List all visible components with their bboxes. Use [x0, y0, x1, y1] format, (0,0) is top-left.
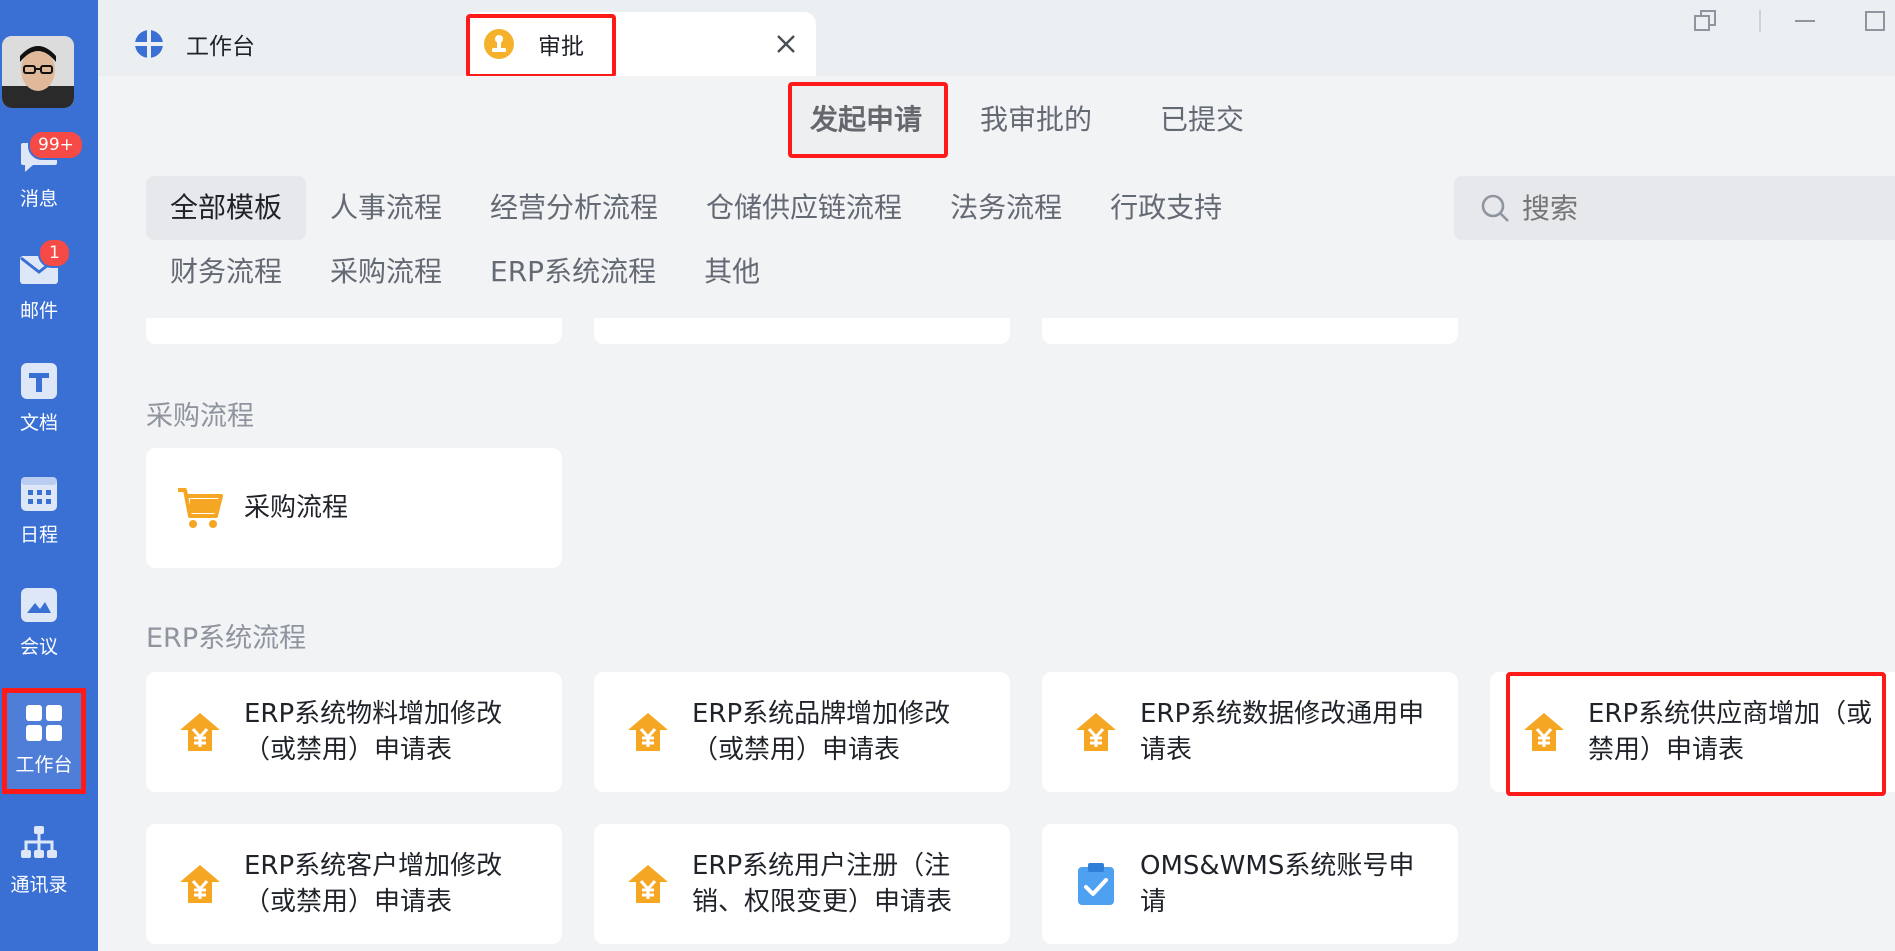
finance-yen-icon: [624, 708, 672, 756]
section-title-erp: ERP系统流程: [146, 623, 307, 654]
sidebar-item-label: 文档: [19, 412, 58, 434]
unread-badge: 99+: [28, 130, 84, 160]
category-purchase[interactable]: 采购流程: [306, 240, 466, 304]
section-title-purchase: 采购流程: [146, 401, 254, 432]
template-card-label: ERP系统物料增加修改（或禁用）申请表: [244, 699, 503, 765]
avatar[interactable]: [2, 36, 74, 108]
workbench-logo-icon: [134, 29, 164, 59]
template-card-label: ERP系统用户注册（注销、权限变更）申请表: [692, 851, 953, 917]
unread-badge: 1: [38, 238, 71, 268]
template-card-label: ERP系统品牌增加修改（或禁用）申请表: [692, 699, 951, 765]
sidebar-item-label: 邮件: [19, 300, 58, 322]
template-card-partial[interactable]: [146, 318, 562, 344]
template-card-label: ERP系统客户增加修改（或禁用）申请表: [244, 851, 503, 917]
category-business-analysis[interactable]: 经营分析流程: [466, 176, 682, 240]
approval-main-panel: 发起申请 我审批的 已提交 全部模板 人事流程 经营分析流程 仓储供应链流程 法…: [98, 76, 1895, 951]
template-card-erp-material[interactable]: ERP系统物料增加修改（或禁用）申请表: [146, 672, 562, 792]
document-icon: [18, 360, 60, 402]
sidebar-item-messages[interactable]: 99+ 消息: [0, 122, 84, 222]
chat-bubble-icon: 99+: [18, 130, 84, 178]
sidebar-item-label: 会议: [19, 636, 58, 658]
close-icon[interactable]: [774, 32, 798, 56]
tab-strip: 工作台 审批: [98, 0, 1895, 78]
sidebar-item-mail[interactable]: 1 邮件: [0, 234, 78, 334]
clipboard-check-icon: [1072, 860, 1120, 908]
template-card-label: 采购流程: [244, 493, 349, 523]
workbench-grid-icon: [23, 702, 65, 744]
template-card-erp-data[interactable]: ERP系统数据修改通用申请表: [1042, 672, 1458, 792]
category-filter-row-1: 全部模板 人事流程 经营分析流程 仓储供应链流程 法务流程 行政支持: [146, 176, 1246, 240]
calendar-icon: [18, 472, 60, 514]
tab-workbench[interactable]: 工作台: [134, 12, 484, 76]
left-sidebar: 99+ 消息 1 邮件 文档 日程 会议 工作台 通讯录: [0, 0, 98, 951]
sidebar-item-label: 消息: [19, 188, 58, 210]
category-other[interactable]: 其他: [680, 240, 784, 304]
minimize-window-icon[interactable]: [1792, 8, 1818, 34]
category-filter-row-2: 财务流程 采购流程 ERP系统流程 其他: [146, 240, 784, 304]
sidebar-item-workbench[interactable]: 工作台: [2, 688, 86, 794]
finance-yen-icon: [624, 860, 672, 908]
sidebar-item-calendar[interactable]: 日程: [0, 458, 78, 558]
highlight-box: [788, 82, 948, 158]
highlight-box: [466, 14, 616, 78]
finance-yen-icon: [176, 708, 224, 756]
template-card-partial[interactable]: [1042, 318, 1458, 344]
approval-top-tabs: 发起申请 我审批的 已提交: [98, 76, 1895, 158]
template-card-label: OMS&WMS系统账号申请: [1140, 851, 1415, 917]
search-input[interactable]: [1522, 191, 1895, 225]
finance-yen-icon: [176, 860, 224, 908]
sidebar-item-docs[interactable]: 文档: [0, 346, 78, 446]
restore-window-icon[interactable]: [1692, 8, 1718, 34]
category-hr[interactable]: 人事流程: [306, 176, 466, 240]
sidebar-item-label: 通讯录: [10, 874, 68, 896]
search-box[interactable]: [1454, 176, 1895, 240]
category-warehouse-supply-chain[interactable]: 仓储供应链流程: [682, 176, 926, 240]
category-admin-support[interactable]: 行政支持: [1086, 176, 1246, 240]
tab-my-approvals[interactable]: 我审批的: [980, 98, 1092, 138]
shopping-cart-icon: [176, 484, 224, 532]
highlight-box: [1506, 672, 1886, 796]
template-card-partial[interactable]: [594, 318, 1010, 344]
category-finance[interactable]: 财务流程: [146, 240, 306, 304]
sidebar-item-label: 工作台: [15, 754, 73, 776]
search-icon: [1480, 193, 1510, 223]
template-card-oms-wms[interactable]: OMS&WMS系统账号申请: [1042, 824, 1458, 944]
org-chart-icon: [18, 822, 60, 864]
template-card-label: ERP系统数据修改通用申请表: [1140, 699, 1425, 765]
template-card-purchase[interactable]: 采购流程: [146, 448, 562, 568]
mail-icon: 1: [18, 238, 71, 290]
sidebar-item-meeting[interactable]: 会议: [0, 570, 78, 670]
tab-label: 工作台: [186, 34, 255, 60]
category-erp[interactable]: ERP系统流程: [466, 240, 680, 304]
sidebar-item-label: 日程: [19, 524, 58, 546]
meeting-icon: [18, 584, 60, 626]
template-card-erp-user[interactable]: ERP系统用户注册（注销、权限变更）申请表: [594, 824, 1010, 944]
tab-submitted[interactable]: 已提交: [1160, 98, 1244, 138]
divider: [1758, 8, 1784, 34]
template-card-erp-customer[interactable]: ERP系统客户增加修改（或禁用）申请表: [146, 824, 562, 944]
category-legal[interactable]: 法务流程: [926, 176, 1086, 240]
sidebar-item-contacts[interactable]: 通讯录: [0, 808, 78, 908]
template-card-erp-brand[interactable]: ERP系统品牌增加修改（或禁用）申请表: [594, 672, 1010, 792]
category-all-templates[interactable]: 全部模板: [146, 176, 307, 240]
maximize-window-icon[interactable]: [1862, 8, 1888, 34]
finance-yen-icon: [1072, 708, 1120, 756]
